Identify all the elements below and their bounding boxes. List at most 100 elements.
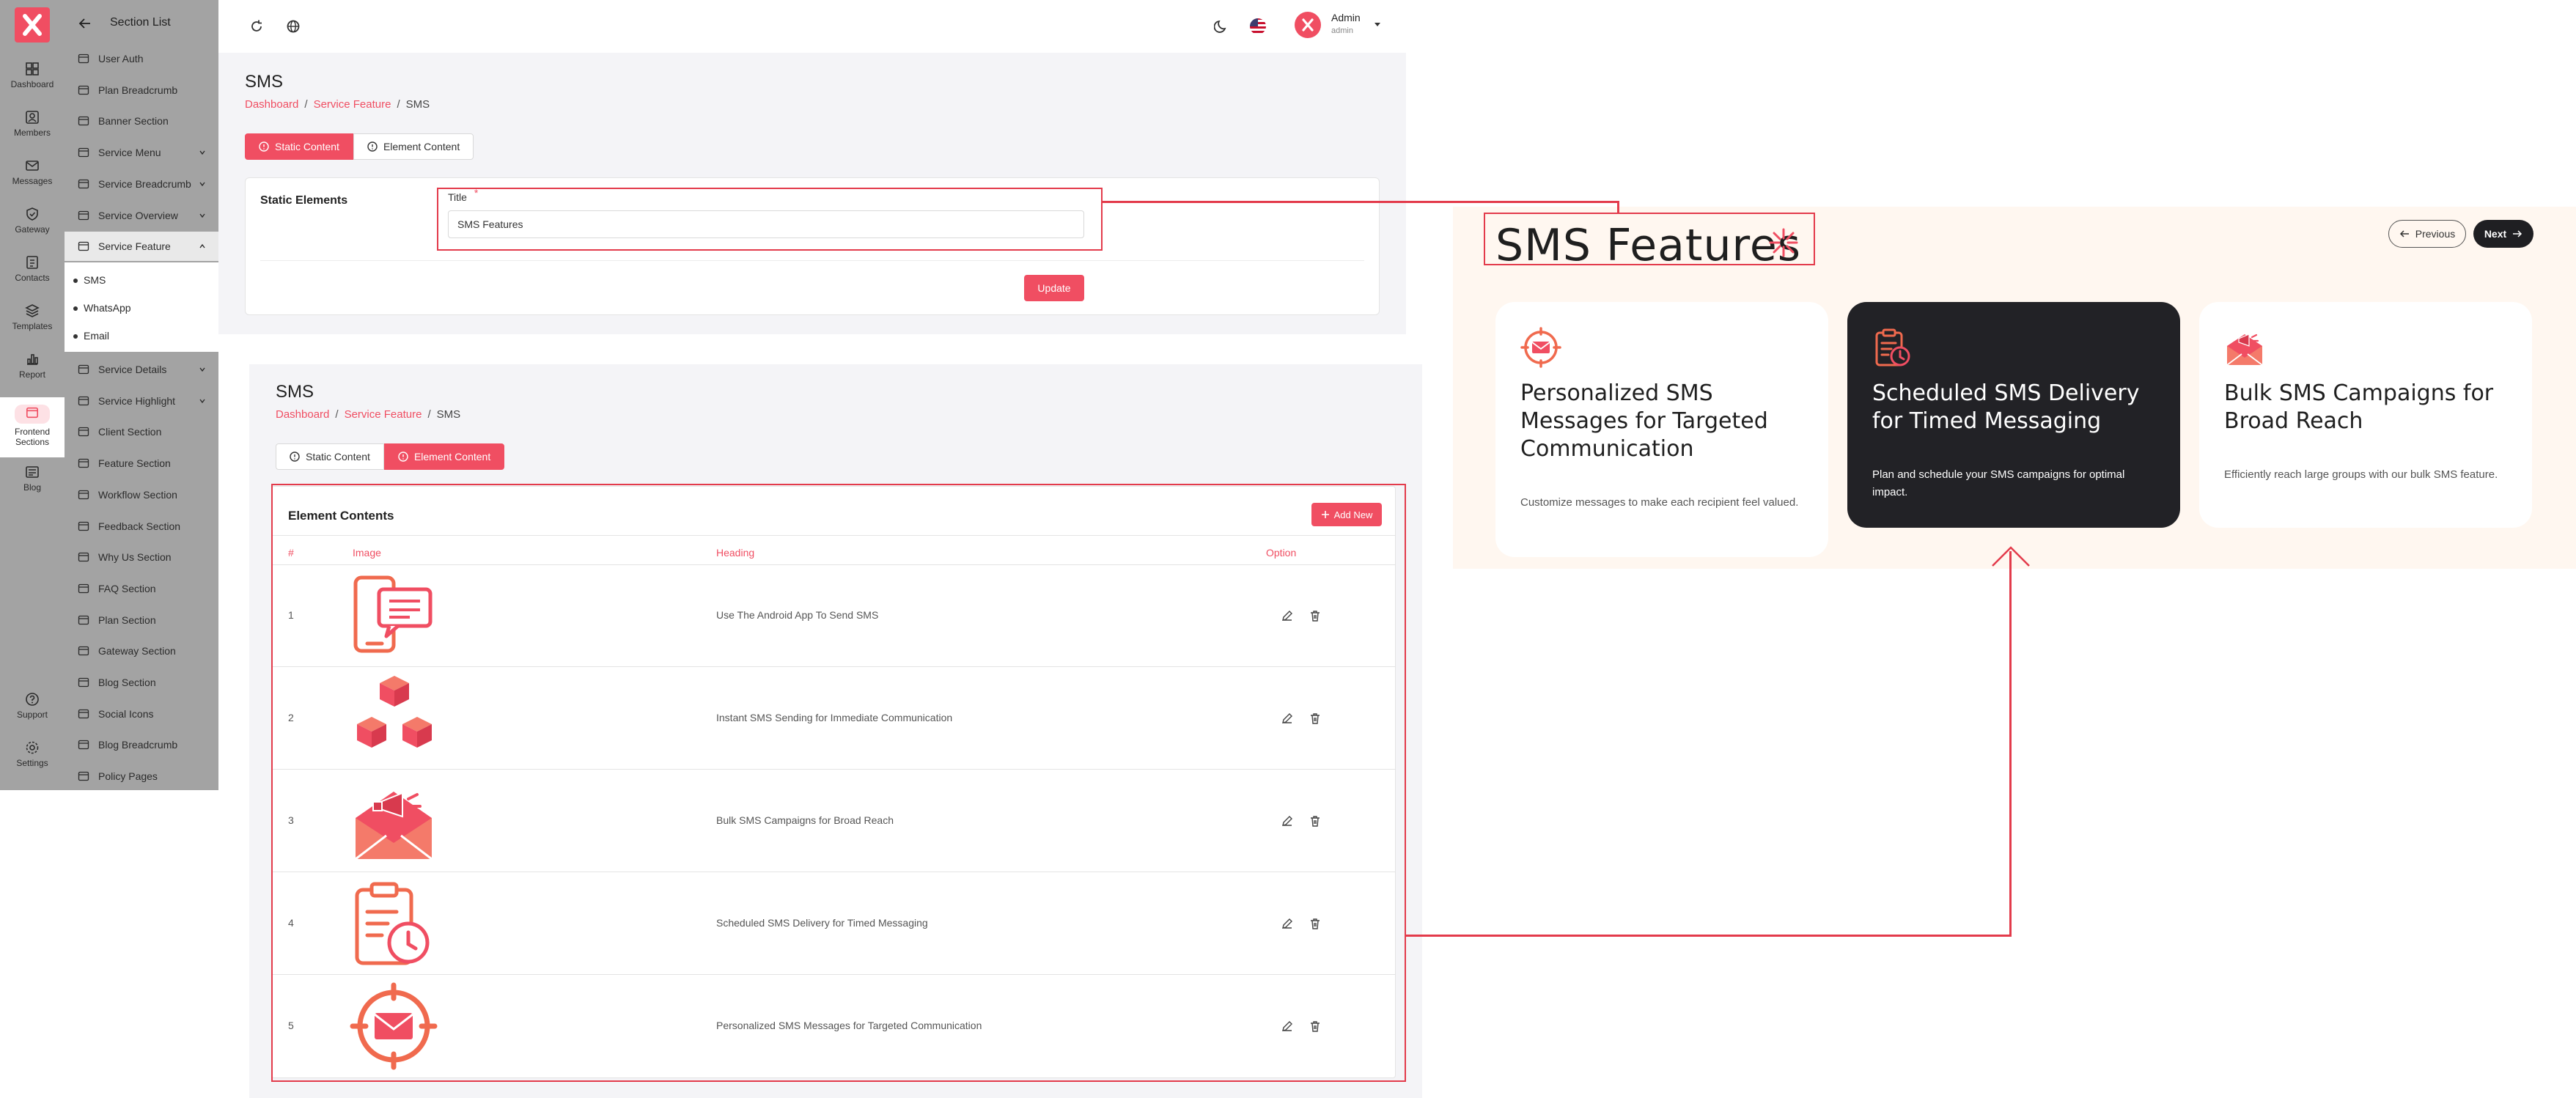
rail-item-blog[interactable]: Blog [0, 465, 65, 510]
app-logo[interactable] [15, 7, 50, 43]
feature-card-heading: Personalized SMS Messages for Targeted C… [1520, 380, 1768, 462]
globe-icon[interactable] [286, 19, 301, 34]
rail-label: Blog [23, 482, 42, 493]
section-item-banner-section[interactable]: Banner Section [65, 106, 218, 136]
breadcrumb-current: SMS [436, 408, 461, 421]
rail-item-gateway[interactable]: Gateway [0, 207, 65, 252]
arrow-right-icon [2513, 230, 2522, 237]
section-item-plan-breadcrumb[interactable]: Plan Breadcrumb [65, 75, 218, 105]
user-name: Admin [1331, 12, 1361, 23]
next-label: Next [2484, 228, 2507, 240]
user-role: admin [1331, 26, 1353, 35]
section-item-client-section[interactable]: Client Section [65, 417, 218, 446]
section-item-label: Service Breadcrumb [98, 177, 191, 190]
next-button[interactable]: Next [2473, 220, 2533, 248]
rail-item-dashboard[interactable]: Dashboard [0, 62, 65, 107]
section-item-faq-section[interactable]: FAQ Section [65, 574, 218, 603]
content-tabs: Static Content Element Content [276, 443, 505, 470]
section-item-label: Feedback Section [98, 520, 181, 532]
section-item-label: Blog Breadcrumb [98, 739, 178, 751]
breadcrumb-service-feature[interactable]: Service Feature [345, 408, 422, 421]
section-item-blog-section[interactable]: Blog Section [65, 668, 218, 697]
section-item-service-overview[interactable]: Service Overview [65, 201, 218, 230]
breadcrumb-service-feature[interactable]: Service Feature [314, 98, 391, 111]
section-icon [78, 709, 89, 718]
section-item-policy-pages[interactable]: Policy Pages [65, 762, 218, 791]
section-item-workflow-section[interactable]: Workflow Section [65, 480, 218, 509]
section-item-blog-breadcrumb[interactable]: Blog Breadcrumb [65, 730, 218, 759]
section-item-label: Workflow Section [98, 488, 177, 501]
section-item-service-highlight[interactable]: Service Highlight [65, 386, 218, 416]
moon-icon[interactable] [1214, 19, 1229, 34]
top-bar: Admin admin [218, 0, 1406, 53]
section-item-label: User Auth [98, 53, 144, 65]
page-title: SMS [276, 382, 314, 402]
rail-label-2: Sections [15, 437, 50, 447]
section-icon [78, 646, 89, 656]
rail-item-report[interactable]: Report [0, 352, 65, 397]
section-icon [78, 458, 89, 468]
section-item-service-breadcrumb[interactable]: Service Breadcrumb [65, 169, 218, 199]
section-item-service-feature[interactable]: Service Feature [65, 232, 218, 262]
submenu-item-sms[interactable]: SMS [73, 274, 106, 286]
update-button[interactable]: Update [1024, 275, 1084, 301]
submenu-item-whatsapp[interactable]: WhatsApp [73, 302, 131, 314]
tab-static-content[interactable]: Static Content [245, 133, 353, 160]
submenu-item-email[interactable]: Email [73, 330, 109, 342]
section-item-plan-section[interactable]: Plan Section [65, 605, 218, 635]
us-flag-icon[interactable] [1249, 18, 1267, 35]
clipboard-clock-icon [1875, 328, 1910, 366]
section-item-gateway-section[interactable]: Gateway Section [65, 636, 218, 666]
section-item-label: Gateway Section [98, 645, 176, 657]
info-icon [398, 452, 408, 462]
rail-label: Report [18, 369, 46, 380]
feature-card-desc: Customize messages to make each recipien… [1520, 496, 1799, 509]
gateway-icon [26, 207, 38, 221]
tab-static-content[interactable]: Static Content [276, 443, 384, 470]
feature-card: Bulk SMS Campaigns for Broad Reach Effic… [2199, 302, 2532, 528]
rail-item-members[interactable]: Members [0, 110, 65, 155]
section-item-service-menu[interactable]: Service Menu [65, 138, 218, 167]
annotation-arrowhead [1992, 546, 2030, 567]
annotation-connector [1101, 201, 1619, 203]
section-item-label: Policy Pages [98, 770, 158, 783]
rail-item-settings[interactable]: Settings [0, 740, 65, 786]
info-icon [367, 141, 378, 152]
breadcrumb-dashboard[interactable]: Dashboard [276, 408, 329, 421]
tab-label: Static Content [306, 451, 370, 463]
annotation-connector [2009, 551, 2012, 936]
rail-item-contacts[interactable]: Contacts [0, 255, 65, 301]
chevron-up-icon [199, 244, 205, 248]
support-icon [26, 693, 39, 706]
rail-item-support[interactable]: Support [0, 692, 65, 737]
static-elements-label: Static Elements [260, 194, 348, 207]
section-item-service-details[interactable]: Service Details [65, 355, 218, 384]
rail-item-messages[interactable]: Messages [0, 158, 65, 204]
section-icon [78, 677, 89, 688]
section-item-social-icons[interactable]: Social Icons [65, 699, 218, 729]
section-item-why-us-section[interactable]: Why Us Section [65, 542, 218, 572]
rail-label: Templates [12, 321, 53, 331]
tab-element-content[interactable]: Element Content [383, 443, 505, 470]
section-icon [78, 615, 89, 624]
section-item-feature-section[interactable]: Feature Section [65, 449, 218, 478]
feature-card-heading: Bulk SMS Campaigns for Broad Reach [2224, 380, 2494, 434]
frontend-icon [15, 405, 50, 424]
section-item-feedback-section[interactable]: Feedback Section [65, 512, 218, 541]
tab-label: Element Content [413, 451, 491, 463]
refresh-icon[interactable] [249, 19, 264, 34]
arrow-left-icon[interactable] [78, 16, 92, 31]
section-icon [78, 490, 89, 499]
caret-down-icon[interactable] [1374, 22, 1381, 28]
section-item-label: FAQ Section [98, 582, 156, 594]
avatar[interactable] [1295, 12, 1321, 38]
rail-item-frontend-sections[interactable]: Frontend Sections [0, 397, 65, 457]
section-item-user-auth[interactable]: User Auth [65, 44, 218, 73]
section-item-label: Why Us Section [98, 551, 172, 564]
megaphone-mail-icon [2226, 334, 2263, 366]
rail-label: Support [16, 710, 48, 720]
rail-item-templates[interactable]: Templates [0, 303, 65, 349]
tab-element-content[interactable]: Element Content [353, 133, 474, 160]
breadcrumb-dashboard[interactable]: Dashboard [245, 98, 298, 111]
previous-button[interactable]: Previous [2388, 220, 2466, 248]
